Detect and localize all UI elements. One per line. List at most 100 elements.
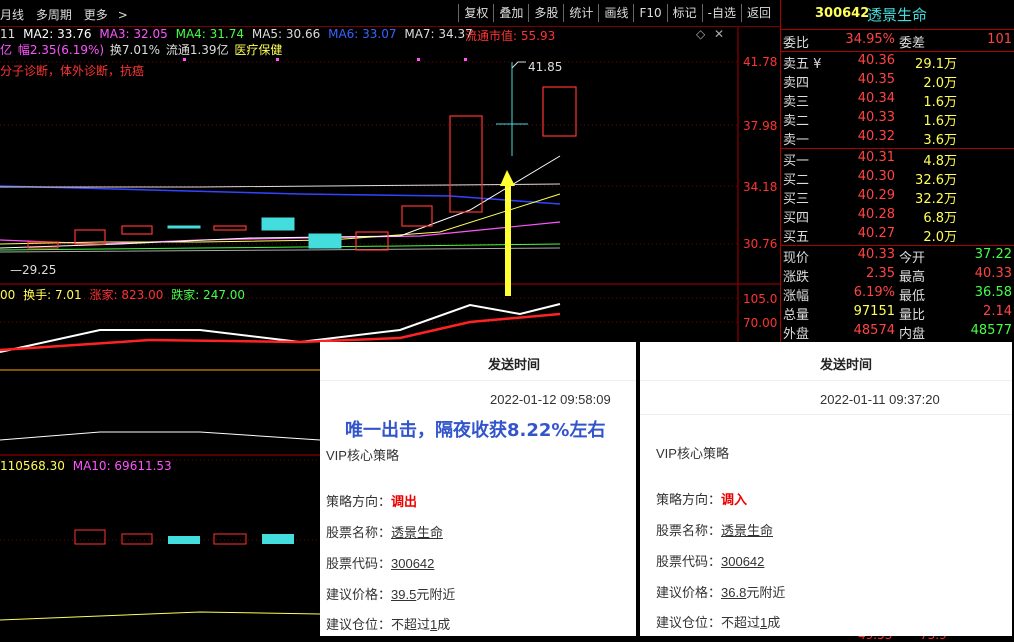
ask-volume: 1.6万 xyxy=(923,95,957,110)
volume-value: 110568.30 xyxy=(0,459,65,473)
stat-label: 内盘 xyxy=(899,327,926,342)
bid-volume: 2.0万 xyxy=(923,230,957,245)
info-turnover: 换7.01% xyxy=(109,43,161,57)
ask-price: 40.34 xyxy=(857,91,895,106)
info-sector: 医疗保健 xyxy=(234,43,283,57)
suggest-position-row: 建议仓位：不超过1成 xyxy=(326,614,450,633)
toolbar-restore-rights-button[interactable]: 复权 xyxy=(458,4,493,22)
toolbar-f10-button[interactable]: F10 xyxy=(633,4,666,22)
bid-row[interactable]: 买二 40.30 32.6万 xyxy=(781,169,1014,188)
stat-label: 涨跌 xyxy=(783,270,810,285)
chart-toolbar: 月线 多周期 更多 > 复权 叠加 多股 统计 画线 F10 标记 -自选 返回 xyxy=(0,0,780,27)
ask-row[interactable]: 卖四 40.35 2.0万 xyxy=(781,72,1014,91)
indicator-legend: 00 换手: 7.01 涨家: 823.00 跌家: 247.00 xyxy=(0,286,245,303)
stat-label: 最高 xyxy=(899,270,926,285)
stock-name-link[interactable]: 透景生命 xyxy=(721,523,773,538)
stat-value: 2.14 xyxy=(983,304,1012,319)
bid-price: 40.28 xyxy=(857,207,895,222)
low-price-value: 29.25 xyxy=(22,263,57,277)
toolbar-remove-watchlist-button[interactable]: -自选 xyxy=(701,4,741,22)
volume-ma10-value: MA10: 69611.53 xyxy=(72,459,172,473)
bid-volume: 32.2万 xyxy=(915,192,957,207)
toolbar-mark-button[interactable]: 标记 xyxy=(666,4,702,22)
stock-code-link[interactable]: 300642 xyxy=(391,556,434,571)
toolbar-back-button[interactable]: 返回 xyxy=(740,4,776,22)
stat-row: 总量 97151 量比 2.14 xyxy=(781,304,1014,323)
volume-legend: 110568.30 MA10: 69611.53 xyxy=(0,459,172,473)
ma2-value: MA2: 33.76 xyxy=(23,27,92,41)
more-button[interactable]: 更多 > xyxy=(84,8,128,22)
ma7-value: MA7: 34.37 xyxy=(404,27,473,41)
ask-volume: 3.6万 xyxy=(923,133,957,148)
turnover-value: 换手: 7.01 xyxy=(23,288,82,302)
concept-tags: 分子诊断，体外诊断，抗癌 xyxy=(0,64,145,78)
toolbar-overlay-button[interactable]: 叠加 xyxy=(493,4,528,22)
stock-name-link[interactable]: 透景生命 xyxy=(391,525,443,540)
ask-row[interactable]: 卖一 40.32 3.6万 xyxy=(781,129,1014,148)
ma-legend: 11 MA2: 33.76 MA3: 32.05 MA4: 31.74 MA5:… xyxy=(0,27,473,41)
toolbar-stats-button[interactable]: 统计 xyxy=(563,4,598,22)
stat-value: 37.22 xyxy=(974,247,1012,262)
bid-price: 40.29 xyxy=(857,188,895,203)
stat-value: 2.35 xyxy=(866,266,895,281)
indicator-axis-label: 105.0 xyxy=(743,292,778,306)
strategy-title: VIP核心策略 xyxy=(656,446,729,461)
chevron-right-icon: > xyxy=(117,8,128,22)
decliners-value: 跌家: 247.00 xyxy=(171,288,246,302)
stat-label: 总量 xyxy=(783,308,810,323)
strategy-title: VIP核心策略 xyxy=(326,448,399,463)
bid-row[interactable]: 买四 40.28 6.8万 xyxy=(781,207,1014,226)
strategy-direction: 策略方向：调入 xyxy=(656,489,747,508)
period-month-button[interactable]: 月线 xyxy=(0,8,24,22)
bid-price: 40.30 xyxy=(857,169,895,184)
multi-period-button[interactable]: 多周期 xyxy=(36,8,72,22)
ask-price: 40.33 xyxy=(857,110,895,125)
ma3-value: MA3: 32.05 xyxy=(99,27,168,41)
diamond-icon[interactable]: ◇ xyxy=(696,27,705,41)
stat-label: 今开 xyxy=(899,251,926,266)
send-time-header: 发送时间 xyxy=(820,357,873,372)
float-market-value: 流通市值: 55.93 xyxy=(465,29,556,43)
stat-value: 97151 xyxy=(853,304,895,319)
stock-code-row: 股票代码：300642 xyxy=(326,553,434,572)
price-label: 建议价格： xyxy=(326,587,392,602)
stat-label: 量比 xyxy=(899,308,926,323)
bid-row[interactable]: 买三 40.29 32.2万 xyxy=(781,188,1014,207)
headline: 唯一出击，隔夜收获8.22%左右 xyxy=(345,420,606,441)
position-label: 建议仓位： xyxy=(326,617,392,632)
ask-row[interactable]: 卖三 40.34 1.6万 xyxy=(781,91,1014,110)
bid-row[interactable]: 买五 40.27 2.0万 xyxy=(781,226,1014,245)
stat-value: 40.33 xyxy=(974,266,1012,281)
bid-label: 买三 xyxy=(783,192,810,207)
close-icon[interactable]: ✕ xyxy=(714,27,724,41)
ma5-value: MA5: 30.66 xyxy=(251,27,321,41)
price-axis-label: 37.98 xyxy=(743,119,778,133)
ask-row[interactable]: 卖五 ¥ 40.36 29.1万 xyxy=(781,53,1014,72)
toolbar-draw-line-button[interactable]: 画线 xyxy=(598,4,633,22)
ask-volume: 29.1万 xyxy=(915,57,957,72)
price-value: 36.8 xyxy=(721,585,747,600)
divider xyxy=(640,414,1012,415)
stat-row: 涨幅 6.19% 最低 36.58 xyxy=(781,285,1014,304)
send-time-value: 2022-01-11 09:37:20 xyxy=(820,392,940,407)
stock-code-row: 股票代码：300642 xyxy=(656,551,764,570)
bid-label: 买一 xyxy=(783,154,810,169)
strategy-card: 发送时间 2022-01-11 09:37:20 VIP核心策略 策略方向：调入… xyxy=(640,342,1012,636)
strategy-direction: 策略方向：调出 xyxy=(326,491,417,510)
stat-value: 40.33 xyxy=(857,247,895,262)
price-axis-label: 30.76 xyxy=(743,237,778,251)
price-value: 39.5 xyxy=(391,587,417,602)
bid-volume: 6.8万 xyxy=(923,211,957,226)
info-unit: 亿 xyxy=(0,43,13,57)
ask-row[interactable]: 卖二 40.33 1.6万 xyxy=(781,110,1014,129)
order-ratio-value: 34.95% xyxy=(845,32,895,47)
bid-label: 买二 xyxy=(783,173,810,188)
stat-value: 48577 xyxy=(970,323,1012,338)
name-label: 股票名称： xyxy=(326,525,392,540)
position-label: 建议仓位： xyxy=(656,615,722,630)
strategy-card: 发送时间 2022-01-12 09:58:09 VIP核心策略 策略方向：调出… xyxy=(320,342,636,636)
stock-code-link[interactable]: 300642 xyxy=(721,554,764,569)
stat-value: 6.19% xyxy=(853,285,895,300)
toolbar-multi-stock-button[interactable]: 多股 xyxy=(528,4,563,22)
bid-row[interactable]: 买一 40.31 4.8万 xyxy=(781,150,1014,169)
